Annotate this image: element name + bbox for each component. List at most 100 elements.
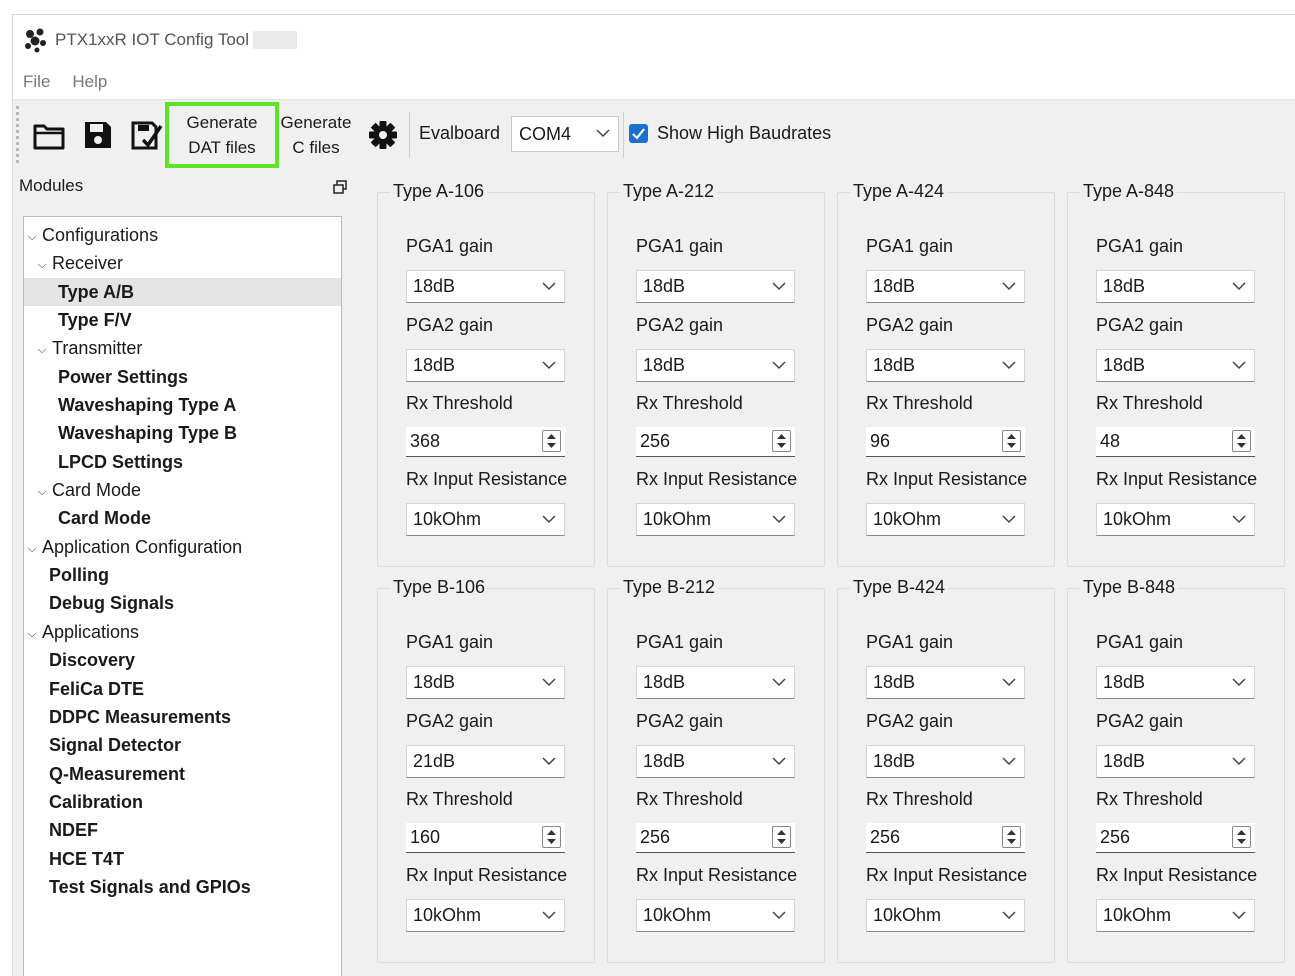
spin-arrows-icon[interactable] (772, 430, 791, 452)
tree-item[interactable]: ⌵ Application Configuration (24, 533, 341, 561)
toolbar: Generate DAT files Generate C files Eval… (13, 99, 1295, 169)
menu-help[interactable]: Help (72, 72, 107, 92)
tree-item[interactable]: Debug Signals (24, 589, 341, 617)
rx-input-resistance-select[interactable]: 10kOhm (1096, 899, 1255, 932)
com-port-select[interactable]: COM4 (511, 116, 619, 152)
spin-arrows-icon[interactable] (1002, 430, 1021, 452)
rx-input-resistance-value: 10kOhm (873, 905, 942, 925)
pga2-gain-select[interactable]: 18dB (636, 745, 795, 778)
pga2-gain-select[interactable]: 18dB (406, 349, 565, 382)
pga2-gain-select[interactable]: 21dB (406, 745, 565, 778)
expand-chevron-icon[interactable]: ⌵ (28, 620, 39, 648)
tree-item[interactable]: Type F/V (24, 306, 341, 334)
tree-item[interactable]: HCE T4T (24, 845, 341, 873)
tree-item[interactable]: ⌵ Applications (24, 618, 341, 646)
rx-threshold-spinbox[interactable]: 256 (1096, 823, 1255, 853)
pga1-gain-select[interactable]: 18dB (406, 270, 565, 303)
generate-dat-files-button[interactable]: Generate DAT files (165, 102, 279, 168)
show-high-baudrates-label[interactable]: Show High Baudrates (657, 123, 831, 144)
rx-threshold-spinbox[interactable]: 368 (406, 427, 565, 457)
spin-arrows-icon[interactable] (542, 826, 561, 848)
rx-input-resistance-select[interactable]: 10kOhm (406, 503, 565, 536)
menu-file[interactable]: File (23, 72, 50, 92)
rx-threshold-spinbox[interactable]: 256 (636, 823, 795, 853)
pga1-gain-select[interactable]: 18dB (866, 666, 1025, 699)
tree-item[interactable]: NDEF (24, 816, 341, 844)
save-icon[interactable] (83, 120, 113, 150)
expand-chevron-icon[interactable]: ⌵ (28, 223, 39, 251)
tree-item[interactable]: ⌵ Transmitter (24, 334, 341, 362)
tree-item-label: Signal Detector (49, 735, 182, 756)
tree-item[interactable]: Discovery (24, 646, 341, 674)
rx-threshold-spinbox[interactable]: 48 (1096, 427, 1255, 457)
tree-item[interactable]: DDPC Measurements (24, 703, 341, 731)
show-high-baudrates-checkbox[interactable] (629, 124, 648, 143)
pga1-gain-select[interactable]: 18dB (636, 270, 795, 303)
tree-item[interactable]: ⌵ Configurations (24, 221, 341, 249)
spin-arrows-icon[interactable] (1232, 826, 1251, 848)
pga1-gain-select[interactable]: 18dB (406, 666, 565, 699)
tree-item[interactable]: ⌵ Receiver (24, 249, 341, 277)
pga2-gain-select[interactable]: 18dB (866, 349, 1025, 382)
pga2-gain-select[interactable]: 18dB (636, 349, 795, 382)
tree-item[interactable]: Signal Detector (24, 731, 341, 759)
tree-item[interactable]: Polling (24, 561, 341, 589)
tree-item[interactable]: LPCD Settings (24, 448, 341, 476)
tree-item[interactable]: Calibration (24, 788, 341, 816)
rx-threshold-label: Rx Threshold (866, 393, 973, 413)
tree-item[interactable]: Waveshaping Type B (24, 419, 341, 447)
toolbar-separator (409, 112, 410, 158)
pga2-gain-label: PGA2 gain (866, 711, 954, 731)
generate-c-files-button[interactable]: Generate C files (278, 104, 354, 166)
open-folder-icon[interactable] (33, 122, 65, 150)
settings-gear-icon[interactable] (368, 120, 398, 150)
spin-arrows-icon[interactable] (1232, 430, 1251, 452)
float-panel-icon[interactable] (333, 180, 347, 194)
rx-input-resistance-select[interactable]: 10kOhm (866, 899, 1025, 932)
tree-item[interactable]: Power Settings (24, 363, 341, 391)
pga2-gain-label: PGA2 gain (1096, 315, 1184, 335)
expand-chevron-icon[interactable]: ⌵ (38, 478, 49, 506)
pga1-gain-label: PGA1 gain (1096, 632, 1184, 652)
pga1-gain-select[interactable]: 18dB (1096, 270, 1255, 303)
modules-title: Modules (19, 176, 84, 195)
pga2-gain-select[interactable]: 18dB (866, 745, 1025, 778)
rx-input-resistance-select[interactable]: 10kOhm (636, 503, 795, 536)
chevron-down-icon (1002, 678, 1016, 687)
expand-chevron-icon[interactable]: ⌵ (38, 336, 49, 364)
expand-chevron-icon[interactable]: ⌵ (28, 535, 39, 563)
spin-arrows-icon[interactable] (1002, 826, 1021, 848)
chevron-down-icon (772, 911, 786, 920)
rx-threshold-spinbox[interactable]: 160 (406, 823, 565, 853)
pga1-gain-select[interactable]: 18dB (866, 270, 1025, 303)
rx-threshold-spinbox[interactable]: 256 (866, 823, 1025, 853)
tree-item[interactable]: ⌵ Card Mode (24, 476, 341, 504)
tree-item[interactable]: FeliCa DTE (24, 675, 341, 703)
tree-item[interactable]: Test Signals and GPIOs (24, 873, 341, 901)
tree-item[interactable]: Waveshaping Type A (24, 391, 341, 419)
rx-input-resistance-select[interactable]: 10kOhm (1096, 503, 1255, 536)
modules-tree[interactable]: ⌵ Configurations ⌵ Receiver Type A/B Type F/V… (23, 216, 342, 976)
rx-input-resistance-label: Rx Input Resistance (1096, 469, 1258, 489)
rx-input-resistance-select[interactable]: 10kOhm (636, 899, 795, 932)
rx-threshold-spinbox[interactable]: 96 (866, 427, 1025, 457)
tree-item-label: Receiver (52, 253, 124, 274)
spin-arrows-icon[interactable] (542, 430, 561, 452)
save-as-icon[interactable] (131, 120, 163, 150)
spin-arrows-icon[interactable] (772, 826, 791, 848)
rx-input-resistance-select[interactable]: 10kOhm (406, 899, 565, 932)
toolbar-grip[interactable] (16, 106, 19, 163)
pga1-gain-value: 18dB (413, 276, 456, 296)
pga1-gain-select[interactable]: 18dB (636, 666, 795, 699)
pga2-gain-select[interactable]: 18dB (1096, 745, 1255, 778)
pga1-gain-select[interactable]: 18dB (1096, 666, 1255, 699)
expand-chevron-icon[interactable]: ⌵ (38, 251, 49, 279)
pga2-gain-select[interactable]: 18dB (1096, 349, 1255, 382)
tree-item[interactable]: Q-Measurement (24, 760, 341, 788)
tree-item[interactable]: Card Mode (24, 504, 341, 532)
tree-item-label: Applications (42, 621, 140, 642)
rx-input-resistance-select[interactable]: 10kOhm (866, 503, 1025, 536)
tree-item[interactable]: Type A/B (24, 277, 341, 307)
chevron-down-icon (772, 515, 786, 524)
rx-threshold-spinbox[interactable]: 256 (636, 427, 795, 457)
